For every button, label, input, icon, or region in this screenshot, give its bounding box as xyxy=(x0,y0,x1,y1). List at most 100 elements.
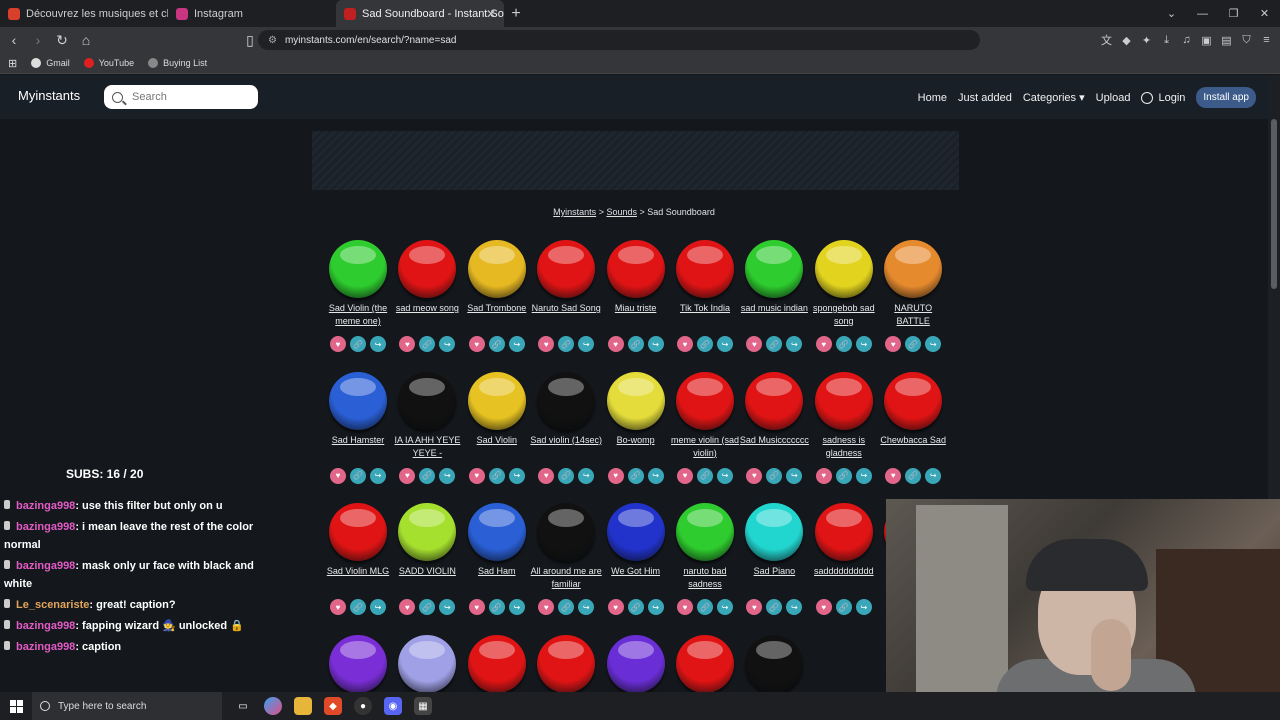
share-icon[interactable]: ↪ xyxy=(786,599,803,615)
copy-link-icon[interactable]: 🔗 xyxy=(766,467,783,484)
puzzle-icon[interactable]: ✦ xyxy=(1139,33,1154,48)
download-icon[interactable]: ⤓ xyxy=(1159,33,1174,48)
site-logo[interactable]: Myinstants xyxy=(18,88,80,103)
play-sound-button[interactable] xyxy=(398,503,457,561)
share-icon[interactable]: ↪ xyxy=(717,336,733,352)
breadcrumb-home[interactable]: Myinstants xyxy=(553,207,596,217)
play-sound-button[interactable] xyxy=(745,634,804,693)
sound-label[interactable]: Naruto Sad Song xyxy=(530,302,602,329)
tab-close-icon[interactable]: ✕ xyxy=(486,7,496,21)
share-icon[interactable]: ↪ xyxy=(370,467,386,484)
sound-label[interactable]: Sad Musiccccccc xyxy=(738,434,810,461)
play-sound-button[interactable] xyxy=(814,240,873,298)
nav-home[interactable]: Home xyxy=(918,92,947,104)
copy-link-icon[interactable]: 🔗 xyxy=(419,599,436,615)
share-icon[interactable]: ↪ xyxy=(439,599,456,615)
share-icon[interactable]: ↪ xyxy=(370,336,386,352)
play-sound-button[interactable] xyxy=(467,634,526,693)
copy-link-icon[interactable]: 🔗 xyxy=(419,467,436,484)
copilot-icon[interactable] xyxy=(264,697,282,715)
favorite-heart-icon[interactable]: ♥ xyxy=(399,599,416,615)
discord-icon[interactable]: ◉ xyxy=(384,697,402,715)
play-sound-button[interactable] xyxy=(814,503,873,561)
share-icon[interactable]: ↪ xyxy=(647,336,664,352)
copy-link-icon[interactable]: 🔗 xyxy=(835,336,852,352)
nav-upload[interactable]: Upload xyxy=(1096,92,1131,104)
copy-link-icon[interactable]: 🔗 xyxy=(766,336,783,352)
play-sound-button[interactable] xyxy=(884,240,943,298)
share-icon[interactable]: ↪ xyxy=(578,467,595,484)
play-sound-button[interactable] xyxy=(606,371,665,430)
share-icon[interactable]: ↪ xyxy=(370,599,386,615)
sound-label[interactable]: meme violin (sad violin) xyxy=(669,434,741,461)
nav-just-added[interactable]: Just added xyxy=(958,92,1012,104)
copy-link-icon[interactable]: 🔗 xyxy=(350,599,366,615)
play-sound-button[interactable] xyxy=(329,371,387,430)
copy-link-icon[interactable]: 🔗 xyxy=(905,467,922,484)
favorite-heart-icon[interactable]: ♥ xyxy=(677,467,693,484)
copy-link-icon[interactable]: 🔗 xyxy=(697,599,713,615)
play-sound-button[interactable] xyxy=(676,240,734,298)
share-icon[interactable]: ↪ xyxy=(508,467,525,484)
app-icon[interactable]: ▦ xyxy=(414,697,432,715)
share-icon[interactable]: ↪ xyxy=(925,467,942,484)
bookmark-icon[interactable]: ▯ xyxy=(240,32,260,49)
play-sound-button[interactable] xyxy=(398,240,457,298)
scrollbar-thumb[interactable] xyxy=(1271,119,1277,289)
menu-icon[interactable]: ≡ xyxy=(1259,33,1274,48)
play-sound-button[interactable] xyxy=(467,371,526,430)
copy-link-icon[interactable]: 🔗 xyxy=(558,599,575,615)
share-icon[interactable]: ↪ xyxy=(717,599,733,615)
bookmark-item[interactable]: Buying List xyxy=(148,58,207,68)
back-icon[interactable]: ‹ xyxy=(4,32,24,48)
copy-link-icon[interactable]: 🔗 xyxy=(558,336,575,352)
media-icon[interactable]: ♫ xyxy=(1179,33,1194,48)
copy-link-icon[interactable]: 🔗 xyxy=(488,599,505,615)
copy-link-icon[interactable]: 🔗 xyxy=(488,467,505,484)
sound-label[interactable]: spongebob sad song xyxy=(808,302,880,329)
share-icon[interactable]: ↪ xyxy=(578,599,595,615)
share-icon[interactable]: ↪ xyxy=(508,336,525,352)
play-sound-button[interactable] xyxy=(745,240,804,298)
copy-link-icon[interactable]: 🔗 xyxy=(905,336,922,352)
share-icon[interactable]: ↪ xyxy=(855,336,872,352)
play-sound-button[interactable] xyxy=(467,503,526,561)
sound-label[interactable]: naruto bad sadness xyxy=(669,565,741,592)
copy-link-icon[interactable]: 🔗 xyxy=(697,336,713,352)
favorite-heart-icon[interactable]: ♥ xyxy=(538,599,555,615)
share-icon[interactable]: ↪ xyxy=(439,336,456,352)
forward-icon[interactable]: › xyxy=(28,32,48,48)
restore-icon[interactable]: ❐ xyxy=(1218,7,1249,20)
favorite-heart-icon[interactable]: ♥ xyxy=(538,467,555,484)
favorite-heart-icon[interactable]: ♥ xyxy=(677,599,693,615)
favorite-heart-icon[interactable]: ♥ xyxy=(330,336,346,352)
share-icon[interactable]: ↪ xyxy=(855,467,872,484)
favorite-heart-icon[interactable]: ♥ xyxy=(468,336,485,352)
play-sound-button[interactable] xyxy=(884,371,943,430)
favorite-heart-icon[interactable]: ♥ xyxy=(607,467,624,484)
sound-label[interactable]: Sad Ham xyxy=(461,565,533,592)
site-search[interactable] xyxy=(104,85,258,109)
file-explorer-icon[interactable] xyxy=(294,697,312,715)
favorite-heart-icon[interactable]: ♥ xyxy=(607,336,624,352)
install-app-button[interactable]: Install app xyxy=(1196,87,1256,108)
favorite-heart-icon[interactable]: ♥ xyxy=(815,336,832,352)
copy-link-icon[interactable]: 🔗 xyxy=(627,599,644,615)
search-input[interactable] xyxy=(132,91,242,103)
favorite-heart-icon[interactable]: ♥ xyxy=(885,467,902,484)
sound-label[interactable]: Sad Violin xyxy=(461,434,533,461)
browser-tab[interactable]: Sad Soundboard - Instant So ✕ xyxy=(336,0,504,27)
reload-icon[interactable]: ↻ xyxy=(52,32,72,49)
sound-label[interactable]: Sad Trombone xyxy=(461,302,533,329)
sound-label[interactable]: sadness is gladness xyxy=(808,434,880,461)
play-sound-button[interactable] xyxy=(676,503,734,561)
play-sound-button[interactable] xyxy=(329,503,387,561)
play-sound-button[interactable] xyxy=(398,634,457,693)
play-sound-button[interactable] xyxy=(814,371,873,430)
share-icon[interactable]: ↪ xyxy=(508,599,525,615)
task-view-icon[interactable]: ▭ xyxy=(234,697,252,715)
copy-link-icon[interactable]: 🔗 xyxy=(627,336,644,352)
favorite-heart-icon[interactable]: ♥ xyxy=(468,467,485,484)
play-sound-button[interactable] xyxy=(676,371,734,430)
sound-label[interactable]: Sad Hamster xyxy=(322,434,394,461)
